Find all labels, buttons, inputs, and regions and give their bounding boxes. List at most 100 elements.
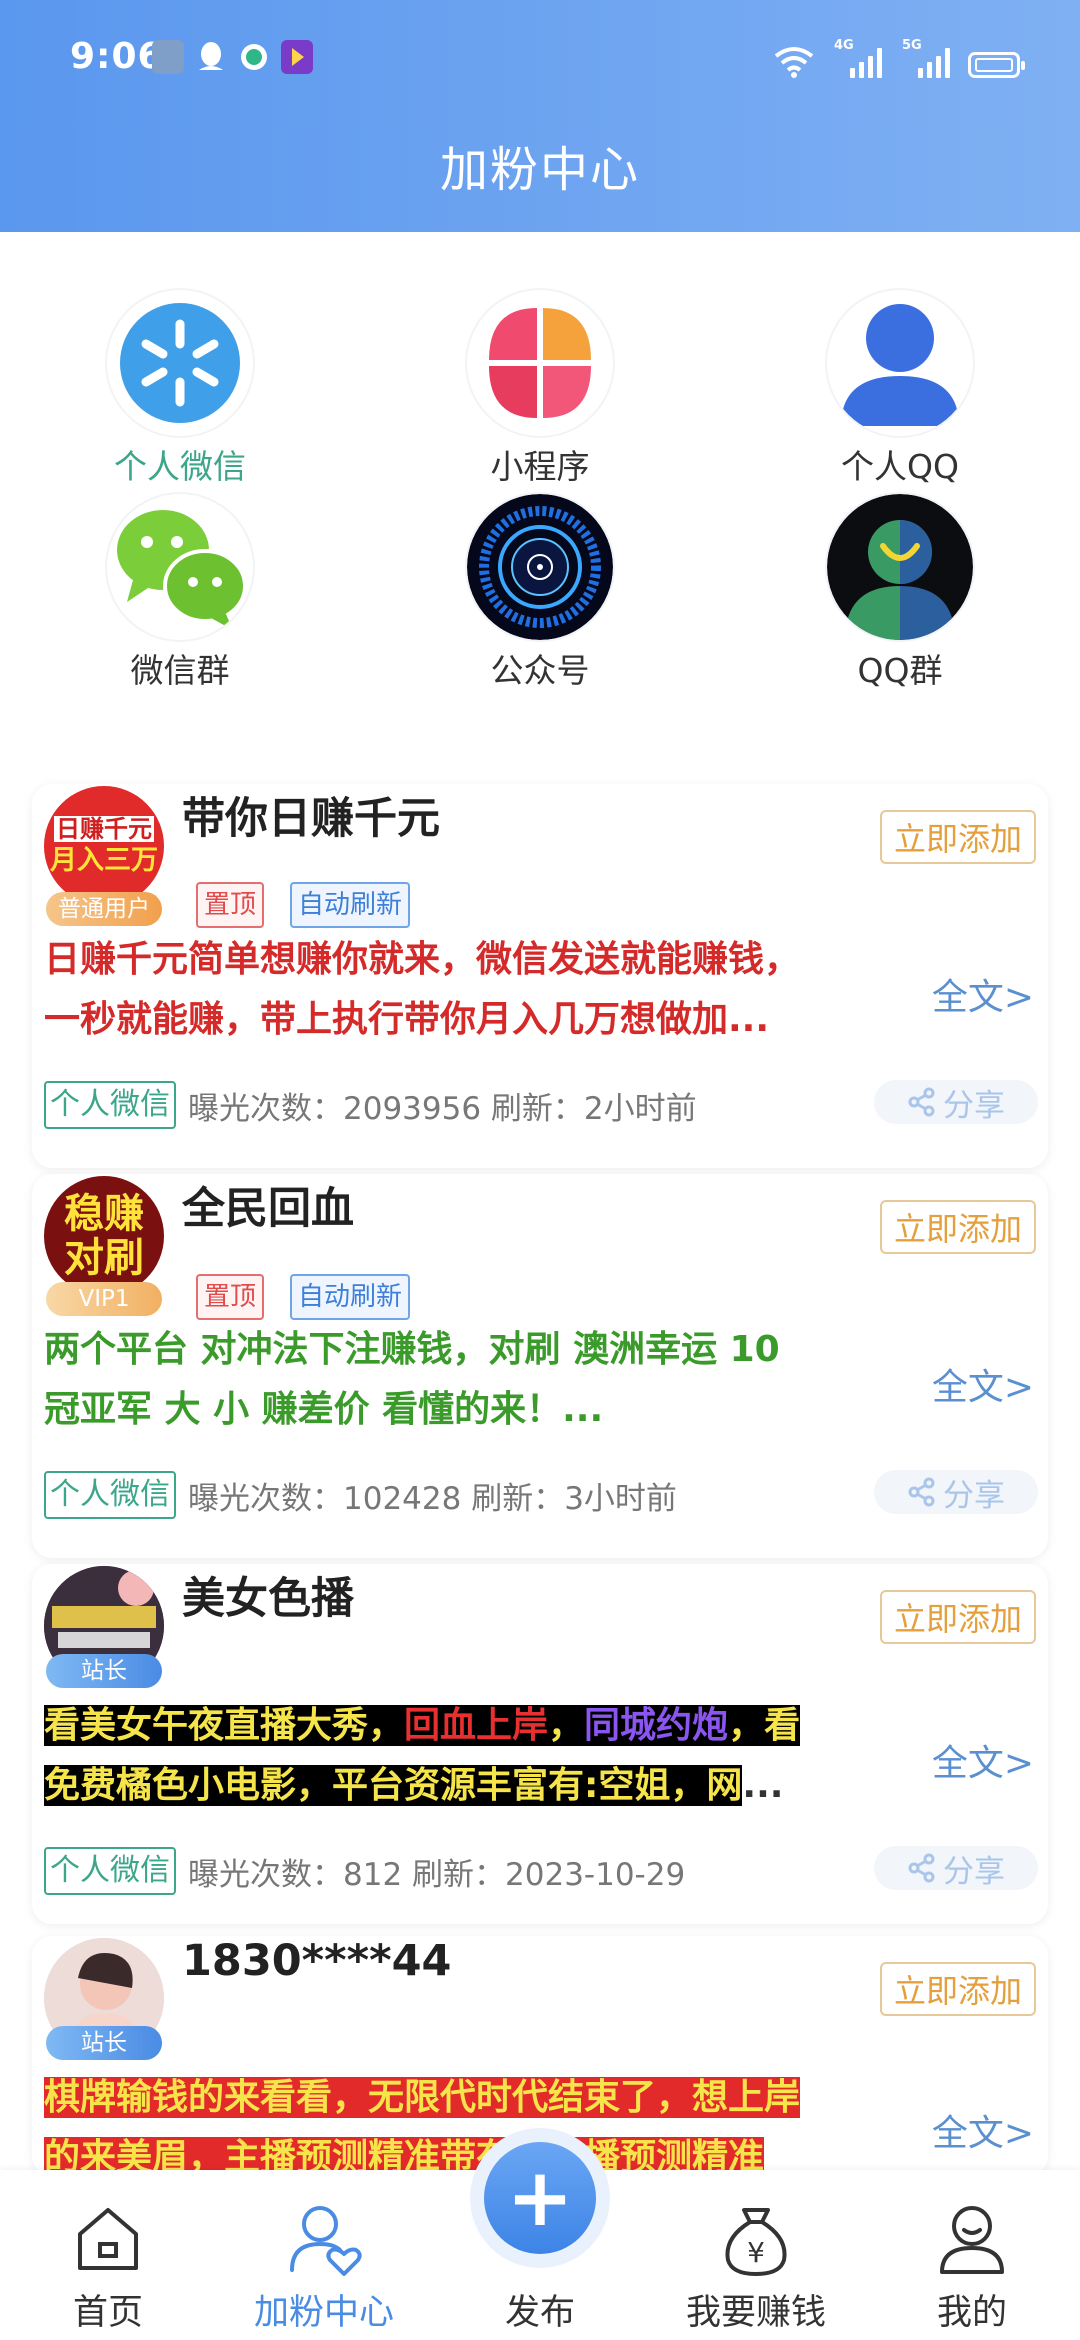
add-button[interactable]: 立即添加 [880,810,1036,864]
share-button[interactable]: 分享 [874,1470,1038,1514]
role-badge: 站长 [46,1654,162,1688]
description-segment: 同城约炮 [584,1705,729,1746]
description-line: 看美女午夜直播大秀，回血上岸，同城约炮，看 [44,1696,904,1756]
bottom-navigation: 首页 加粉中心 + 发布 ¥ 我要赚钱 我的 [0,2128,1080,2340]
pinned-tag: 置顶 [196,1274,265,1320]
signal-2-icon: 5G [902,38,950,78]
description-line: 棋牌输钱的来看看，无限代时代结束了，想上岸 [44,2068,904,2128]
listing-avatar[interactable]: 日赚千元 月入三万 [44,786,164,906]
notification-app-icon [152,40,184,74]
avatar-text: 对刷 [64,1235,144,1281]
signal-1-label: 4G [834,38,854,53]
full-text-link[interactable]: 全文> [932,1734,1034,1786]
listing-title: 全民回血 [182,1184,354,1234]
description-line: 免费橘色小电影，平台资源丰富有:空姐，网... [44,1756,904,1816]
description-segment: 回血上岸 [404,1705,549,1746]
category-personal-qq[interactable]: 个人QQ [770,290,1030,488]
money-bag-icon: ¥ [656,2198,856,2282]
chat-notification-icon [238,40,270,74]
signal-2-label: 5G [902,38,922,53]
publish-button[interactable]: + [470,2128,610,2268]
auto-refresh-tag: 自动刷新 [290,882,411,928]
nav-publish[interactable]: 发布 [440,2282,640,2335]
share-button[interactable]: 分享 [874,1080,1038,1124]
full-text-link[interactable]: 全文> [932,2104,1034,2156]
share-button[interactable]: 分享 [874,1846,1038,1890]
nav-fans-center[interactable]: 加粉中心 [224,2198,424,2335]
category-qq-group[interactable]: QQ群 [770,494,1030,692]
category-wechat-group[interactable]: 微信群 [50,494,310,692]
meta-row: 个人微信 曝光次数：2093956 刷新：2小时前 [44,1080,697,1130]
type-tag: 个人微信 [44,1847,176,1895]
description-segment: ，看 [728,1705,801,1746]
nav-label: 我要赚钱 [685,2293,826,2333]
description-segment: 免费橘色小电影，平台资源丰富有:空姐，网 [44,1765,743,1806]
auto-refresh-tag: 自动刷新 [290,1274,411,1320]
profile-icon [872,2198,1072,2282]
add-button[interactable]: 立即添加 [880,1200,1036,1254]
category-label: 个人微信 [114,447,246,486]
meta-stats: 曝光次数：2093956 刷新：2小时前 [188,1090,697,1127]
meta-stats: 曝光次数：102428 刷新：3小时前 [188,1480,677,1517]
category-personal-wechat[interactable]: 个人微信 [50,290,310,488]
description-segment: 看美女午夜直播大秀， [44,1705,405,1746]
category-label: 微信群 [130,651,230,690]
share-icon [908,1087,935,1117]
full-text-link[interactable]: 全文> [932,968,1034,1020]
listing-description[interactable]: 日赚千元简单想赚你就来，微信发送就能赚钱， 一秒就能赚，带上执行带你月入几万想做… [44,930,904,1050]
category-mini-program[interactable]: 小程序 [410,290,670,488]
listing-title: 带你日赚千元 [182,794,440,844]
description-line: 两个平台 对冲法下注赚钱，对刷 澳洲幸运 10 [44,1329,780,1370]
nav-earn-money[interactable]: ¥ 我要赚钱 [656,2198,856,2335]
role-badge: 普通用户 [46,892,162,926]
description-segment: 棋牌输钱的来看看，无限代时代结束了，想上岸 [44,2077,801,2118]
qq-notification-icon [195,40,227,74]
home-icon [8,2198,208,2282]
nav-label: 我的 [936,2293,1007,2333]
svg-text:¥: ¥ [747,2236,765,2269]
listing-description[interactable]: 两个平台 对冲法下注赚钱，对刷 澳洲幸运 10 冠亚军 大 小 赚差价 看懂的来… [44,1320,904,1440]
full-text-link[interactable]: 全文> [932,1358,1034,1410]
listing-card[interactable]: 稳赚 对刷 VIP1 全民回血 立即添加 置顶 自动刷新 两个平台 对冲法下注赚… [32,1174,1048,1558]
status-indicators: 4G 5G [774,38,1025,78]
signal-1-icon: 4G [834,38,882,78]
official-account-icon [467,494,613,640]
description-line: 一秒就能赚，带上执行带你月入几万想做加... [44,999,770,1040]
share-icon [908,1477,935,1507]
share-icon [908,1853,935,1883]
nav-label: 首页 [72,2293,143,2333]
nav-mine[interactable]: 我的 [872,2198,1072,2335]
share-label: 分享 [943,1477,1005,1514]
personal-qq-icon [827,290,973,436]
listing-card[interactable]: 站长 美女色播 立即添加 看美女午夜直播大秀，回血上岸，同城约炮，看 免费橘色小… [32,1564,1048,1924]
description-ellipsis: ... [742,1765,784,1806]
nav-label: 发布 [504,2293,575,2333]
category-label: 小程序 [490,447,590,486]
page-title: 加粉中心 [439,142,640,198]
listing-description[interactable]: 看美女午夜直播大秀，回血上岸，同城约炮，看 免费橘色小电影，平台资源丰富有:空姐… [44,1696,904,1816]
battery-icon [968,52,1025,78]
avatar-text: 月入三万 [50,845,158,877]
mini-program-icon [467,290,613,436]
category-label: 公众号 [490,651,590,690]
role-badge: 站长 [46,2026,162,2060]
nav-home[interactable]: 首页 [8,2198,208,2335]
description-line: 日赚千元简单想赚你就来，微信发送就能赚钱， [44,939,801,980]
wifi-icon [774,47,814,78]
add-button[interactable]: 立即添加 [880,1962,1036,2016]
avatar-text: 稳赚 [64,1191,144,1237]
category-label: 个人QQ [841,447,959,486]
listing-avatar[interactable]: 稳赚 对刷 [44,1176,164,1296]
nav-label: 加粉中心 [253,2293,394,2333]
avatar-text: 日赚千元 [54,814,154,843]
meta-row: 个人微信 曝光次数：812 刷新：2023-10-29 [44,1846,685,1896]
qq-group-icon [827,494,973,640]
category-official-account[interactable]: 公众号 [410,494,670,692]
add-fans-icon [224,2198,424,2282]
wechat-group-icon [107,494,253,640]
listing-card[interactable]: 日赚千元 月入三万 普通用户 带你日赚千元 立即添加 置顶 自动刷新 日赚千元简… [32,784,1048,1168]
header-bar: 9:06 4G 5G 加粉中心 [0,0,1080,232]
meta-stats: 曝光次数：812 刷新：2023-10-29 [188,1856,686,1893]
add-button[interactable]: 立即添加 [880,1590,1036,1644]
listing-title: 美女色播 [182,1574,354,1624]
